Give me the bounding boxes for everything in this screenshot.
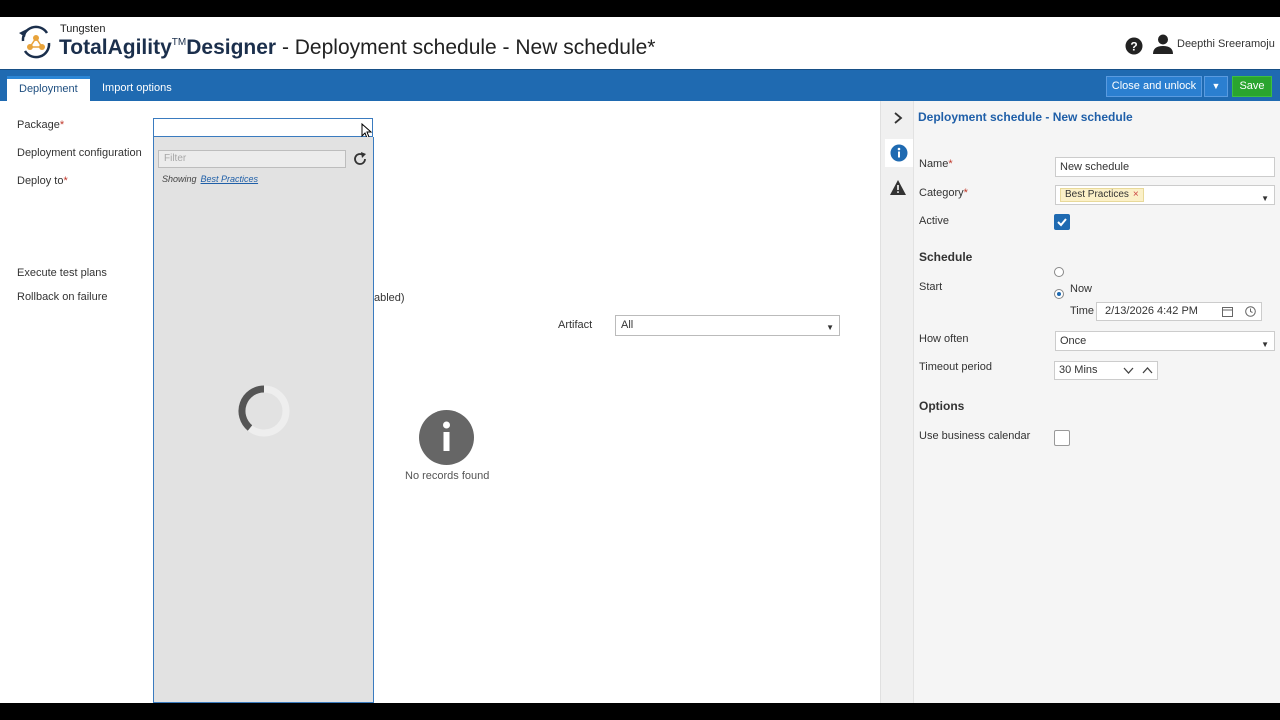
- package-combobox[interactable]: [153, 118, 373, 137]
- start-now-radio[interactable]: [1054, 267, 1064, 277]
- toolbar: Deployment Import options Close and unlo…: [0, 69, 1280, 102]
- artifact-value: All: [621, 319, 634, 331]
- brand-company: Tungsten: [60, 23, 106, 35]
- help-icon[interactable]: ?: [1125, 37, 1143, 55]
- tab-import-options[interactable]: Import options: [90, 76, 184, 102]
- package-dropdown-panel: Filter Showing Best Practices: [153, 137, 374, 703]
- name-label-text: Name: [919, 158, 949, 170]
- required-mark: *: [948, 158, 953, 170]
- info-icon: [890, 144, 908, 162]
- deployment-config-label: Deployment configuration: [17, 147, 142, 159]
- artifact-label: Artifact: [558, 319, 593, 331]
- panel-title: Deployment schedule - New schedule: [918, 110, 1133, 124]
- caret-down-icon: ▼: [826, 323, 834, 332]
- calendar-icon[interactable]: [1222, 306, 1233, 317]
- package-label: Package*: [17, 119, 64, 131]
- warning-icon[interactable]: [889, 179, 907, 197]
- brand-product: TotalAgility: [59, 36, 172, 59]
- active-label: Active: [919, 215, 949, 227]
- close-and-unlock-button[interactable]: Close and unlock: [1106, 76, 1202, 97]
- svg-text:?: ?: [1130, 40, 1137, 54]
- app-window: Tungsten TotalAgilityTMDesigner - Deploy…: [0, 17, 1280, 703]
- no-records-message: No records found: [405, 470, 490, 482]
- filter-input[interactable]: Filter: [158, 150, 346, 168]
- refresh-icon[interactable]: [351, 150, 369, 168]
- info-tab[interactable]: [885, 139, 913, 167]
- how-often-select[interactable]: Once ▼: [1055, 331, 1275, 351]
- brand-designer: Designer: [186, 36, 277, 59]
- how-often-value: Once: [1060, 335, 1087, 347]
- name-input[interactable]: New schedule: [1055, 157, 1275, 177]
- timeout-period-label: Timeout period: [919, 361, 992, 373]
- category-chip: Best Practices ×: [1060, 188, 1144, 202]
- now-label: Now: [1070, 283, 1093, 295]
- active-checkbox[interactable]: [1054, 214, 1070, 230]
- how-often-label: How often: [919, 333, 969, 345]
- schedule-heading: Schedule: [919, 250, 973, 264]
- showing-filter-text: Showing Best Practices: [162, 174, 258, 184]
- page-title-text: - Deployment schedule - New schedule*: [276, 36, 656, 59]
- chevron-right-icon[interactable]: [891, 111, 905, 125]
- disabled-text-fragment: abled): [374, 292, 405, 304]
- artifact-select[interactable]: All ▼: [615, 315, 840, 336]
- panel-rail: [881, 101, 914, 703]
- chevron-down-icon: ▼: [1211, 81, 1221, 91]
- timeout-period-stepper[interactable]: 30 Mins: [1054, 361, 1158, 380]
- start-time-value: 2/13/2026 4:42 PM: [1105, 305, 1198, 317]
- package-label-text: Package: [17, 119, 60, 131]
- close-options-dropdown-button[interactable]: ▼: [1204, 76, 1228, 97]
- checkmark-icon: [1057, 218, 1067, 227]
- caret-down-icon: ▼: [1261, 194, 1269, 203]
- caret-down-icon: ▼: [1261, 340, 1269, 349]
- info-icon: [419, 410, 474, 465]
- timeout-value: 30 Mins: [1059, 364, 1098, 376]
- app-header: Tungsten TotalAgilityTMDesigner - Deploy…: [0, 17, 1280, 69]
- logo-icon: [19, 25, 51, 59]
- user-name[interactable]: Deepthi Sreeramoju: [1177, 38, 1275, 50]
- showing-label: Showing: [162, 174, 197, 184]
- category-chip-label: Best Practices: [1065, 189, 1129, 200]
- start-time-input[interactable]: 2/13/2026 4:42 PM: [1096, 302, 1262, 321]
- business-calendar-label: Use business calendar: [919, 430, 1031, 442]
- execute-test-plans-label: Execute test plans: [17, 267, 107, 279]
- user-icon[interactable]: [1152, 33, 1174, 55]
- brand-tm: TM: [171, 37, 187, 48]
- tab-deployment[interactable]: Deployment: [7, 76, 90, 102]
- required-mark: *: [963, 187, 968, 199]
- best-practices-link[interactable]: Best Practices: [201, 174, 259, 184]
- required-mark: *: [63, 175, 68, 187]
- page-title: TotalAgilityTMDesigner - Deployment sche…: [59, 36, 655, 60]
- save-button[interactable]: Save: [1232, 76, 1272, 97]
- loading-spinner-icon: [238, 385, 290, 437]
- business-calendar-checkbox[interactable]: [1054, 430, 1070, 446]
- start-label: Start: [919, 281, 943, 293]
- deploy-to-label-text: Deploy to: [17, 175, 64, 187]
- name-label: Name*: [919, 158, 953, 170]
- category-label-text: Category: [919, 187, 964, 199]
- deploy-to-label: Deploy to*: [17, 175, 68, 187]
- options-heading: Options: [919, 399, 965, 413]
- required-mark: *: [59, 119, 65, 131]
- start-time-radio[interactable]: [1054, 289, 1064, 299]
- clock-icon[interactable]: [1245, 306, 1256, 317]
- properties-panel: Deployment schedule - New schedule Name*…: [880, 101, 1280, 703]
- category-label: Category*: [919, 187, 968, 199]
- category-select[interactable]: Best Practices × ▼: [1055, 185, 1275, 205]
- remove-chip-icon[interactable]: ×: [1133, 189, 1139, 200]
- time-label: Time: [1070, 305, 1095, 317]
- rollback-on-failure-label: Rollback on failure: [17, 291, 108, 303]
- chevron-down-icon[interactable]: [1123, 365, 1134, 376]
- chevron-up-icon[interactable]: [1142, 365, 1153, 376]
